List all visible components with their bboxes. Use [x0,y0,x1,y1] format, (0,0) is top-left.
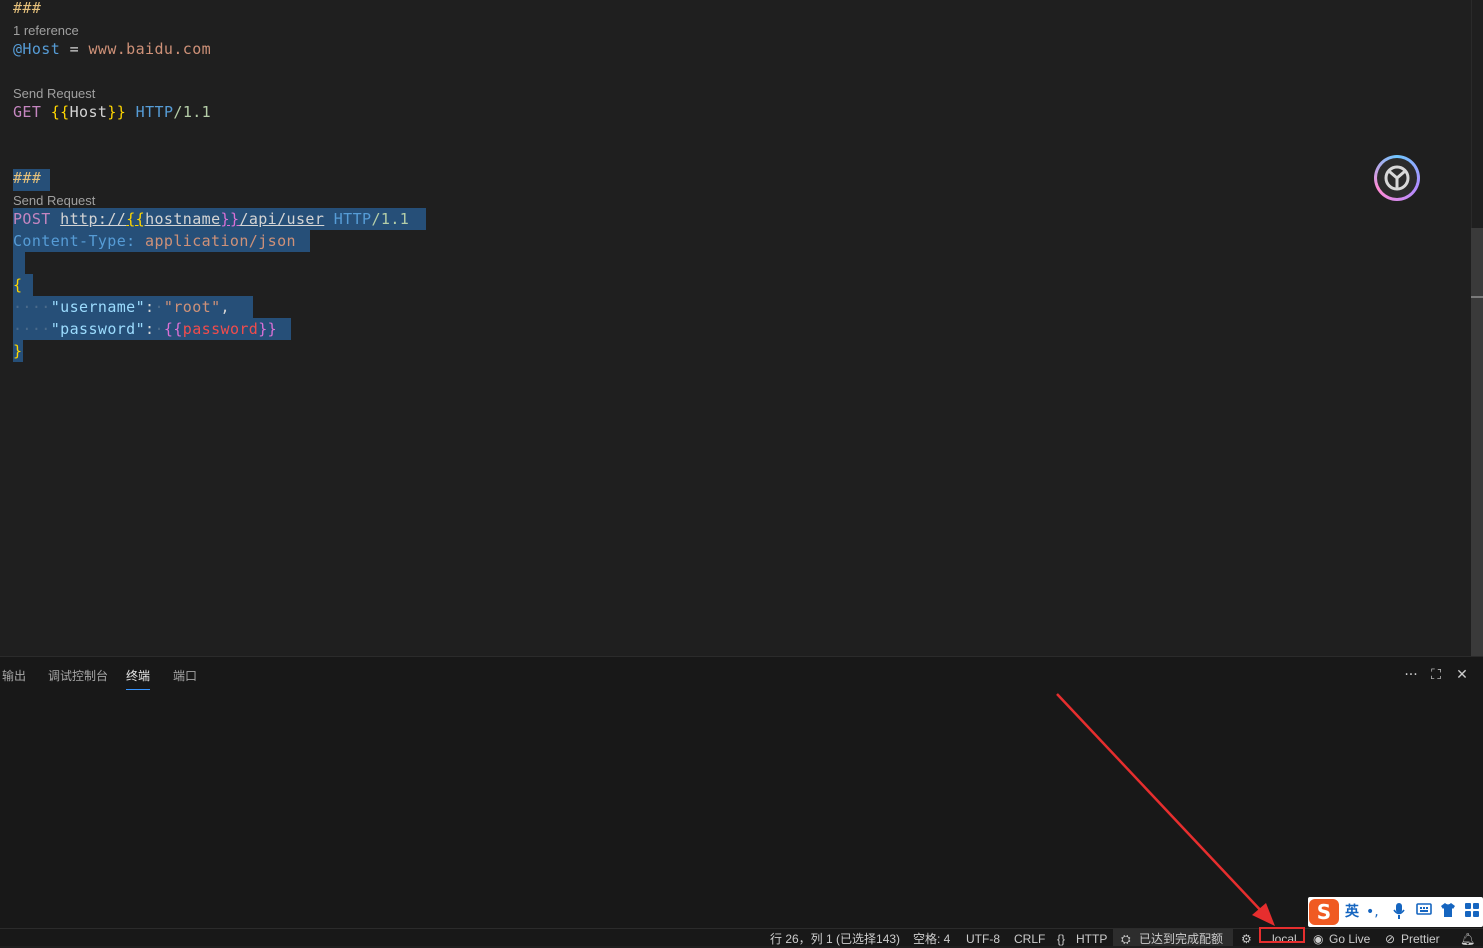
braces-icon: {} [1057,932,1066,946]
language-mode[interactable]: HTTP [1076,930,1107,946]
codelens-references[interactable]: 1 reference [13,23,79,39]
notifications-bell-icon[interactable]: 🔔︎ [1460,930,1475,946]
json-string: "root" [163,298,221,316]
header-name: Content-Type: [13,232,136,250]
json-key: "username" [50,298,146,316]
copilot-status[interactable]: 已达到完成配额 [1139,930,1223,946]
json-brace-open: { [13,276,23,294]
tab-ports[interactable]: 端口 [173,667,197,685]
codelens-send-request[interactable]: Send Request [13,193,95,209]
prettier-icon: ⊘ [1385,932,1396,946]
codelens-send-request[interactable]: Send Request [13,86,95,102]
copilot-assistant-icon[interactable] [1374,155,1420,201]
ime-toolbar[interactable]: S 英 •, [1308,897,1483,927]
microphone-icon[interactable] [1392,902,1406,922]
tab-terminal[interactable]: 终端 [126,667,151,690]
template-open: {{ [126,210,146,228]
code-line-get: GET {{Host}} HTTP/1.1 [13,101,211,123]
separator-token: ### [13,0,42,17]
http-method: GET [13,103,42,121]
equals-token: = [60,40,89,58]
keyboard-icon[interactable] [1416,902,1432,922]
code-line-header: Content-Type: application/json [13,230,296,252]
json-key: "password" [50,320,146,338]
maximize-panel-icon[interactable]: ⛶ [1426,665,1446,685]
template-close: }} [258,320,278,338]
code-line-variable: @Host = www.baidu.com [13,38,211,60]
code-line-separator: ### [13,0,41,19]
header-value: application/json [145,232,296,250]
go-live-button[interactable]: Go Live [1329,930,1370,946]
variable-value: www.baidu.com [88,40,212,58]
url-scheme[interactable]: http:// [60,210,126,228]
selection-line [13,252,25,274]
code-line-post: POST http://{{hostname}}/api/user HTTP/1… [13,208,409,230]
bottom-panel: 输出 调试控制台 终端 端口 ··· ⛶ ✕ [0,656,1483,929]
code-line-brace: } [13,340,22,362]
http-method: POST [13,210,51,228]
copilot-icon: ⛭ [1121,932,1131,946]
prettier-status[interactable]: Prettier [1401,930,1440,946]
more-actions-icon[interactable]: ··· [1401,665,1421,685]
code-line-json: ····"username":·"root", [13,298,230,316]
scrollbar-cursor-marker [1471,296,1483,298]
template-variable: password [182,320,259,338]
url-path[interactable]: /api/user [239,210,324,228]
code-line-separator: ### [13,167,41,189]
protocol: HTTP [135,103,174,121]
separator-token: ### [13,169,42,187]
copilot-glyph-icon [1384,165,1410,191]
protocol: HTTP [333,210,372,228]
cursor-position[interactable]: 行 26，列 1 (已选择143) [770,930,900,946]
code-line-brace: { [13,274,22,296]
json-brace-close: } [13,342,23,360]
editor-area[interactable]: ### 1 reference @Host = www.baidu.com Se… [0,0,1471,656]
template-close: }} [220,210,240,228]
annotation-highlight-box [1259,927,1305,943]
editor-scrollbar-thumb[interactable] [1471,228,1483,656]
encoding[interactable]: UTF-8 [966,930,1000,946]
protocol-version: /1.1 [371,210,410,228]
template-open: {{ [163,320,183,338]
end-of-line[interactable]: CRLF [1014,930,1045,946]
code-line-json: ····"password":·{{password}} [13,320,278,338]
template-open: {{ [50,103,70,121]
skin-shirt-icon[interactable] [1440,902,1456,922]
terminal-body[interactable] [0,693,1483,929]
template-variable: Host [69,103,108,121]
indentation[interactable]: 空格: 4 [913,930,950,946]
protocol-version: /1.1 [173,103,212,121]
template-close: }} [107,103,127,121]
variable-name: @Host [13,40,61,58]
tab-debug-console[interactable]: 调试控制台 [48,667,108,685]
punctuation-icon[interactable]: •, [1366,902,1379,922]
ime-mode-toggle[interactable]: 英 [1345,902,1359,922]
ime-logo-icon[interactable]: S [1309,899,1339,925]
tab-output[interactable]: 输出 [2,667,26,685]
template-variable: hostname [145,210,221,228]
close-panel-icon[interactable]: ✕ [1452,665,1472,685]
broadcast-icon: ◉ [1313,932,1324,946]
toolbox-grid-icon[interactable] [1464,902,1480,922]
environment-icon: ⚙ [1241,932,1252,946]
